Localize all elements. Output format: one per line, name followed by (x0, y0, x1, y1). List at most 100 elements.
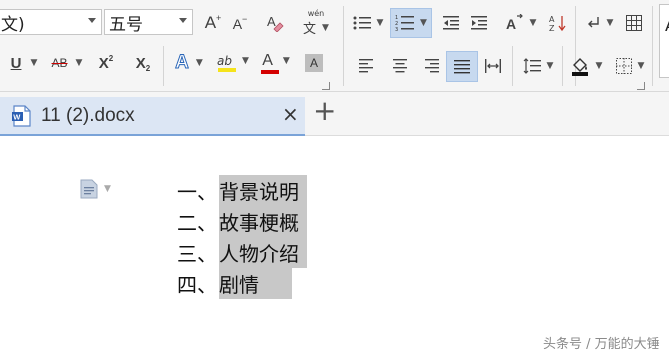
eraser-icon: A (267, 14, 284, 32)
phonetic-guide-button[interactable]: wén 文 ▼ (296, 8, 336, 38)
list-item[interactable]: 二、 故事梗概 (177, 205, 307, 237)
table-grid-icon (626, 15, 642, 31)
chevron-down-icon: ▼ (30, 58, 38, 68)
text-effect-button[interactable]: A ▼ (170, 49, 208, 77)
svg-text:3: 3 (395, 27, 398, 32)
chevron-down-icon: ▼ (376, 18, 384, 28)
bullet-list-icon (353, 16, 371, 30)
chevron-down-icon: ▼ (529, 18, 537, 28)
svg-text:W: W (13, 113, 21, 122)
svg-text:A: A (506, 16, 516, 32)
chevron-down-icon: ▼ (606, 18, 614, 28)
svg-text:A: A (267, 14, 276, 29)
text-direction-icon: A (506, 14, 523, 32)
font-color-bar (261, 70, 279, 74)
list-item[interactable]: 四、 剧情 (177, 267, 292, 299)
paragraph-layout-handle[interactable]: ▼ (80, 179, 111, 199)
paragraph-dialog-launcher-icon[interactable] (637, 82, 645, 90)
chevron-down-icon: ▼ (282, 56, 290, 66)
subscript-mark: 2 (145, 63, 151, 73)
list-text: 故事梗概 (219, 205, 307, 237)
list-item[interactable]: 三、 人物介绍 (177, 236, 307, 268)
list-text: 人物介绍 (219, 236, 307, 268)
increase-indent-button[interactable] (468, 11, 490, 35)
indent-icon (471, 16, 487, 30)
superscript-icon: X (98, 54, 109, 72)
chevron-down-icon: ▼ (595, 61, 603, 71)
font-dialog-launcher-icon[interactable] (322, 82, 330, 90)
decrease-font-icon: A (232, 16, 243, 32)
chevron-down-icon: ▼ (75, 58, 83, 68)
font-color-button[interactable]: A ▼ (256, 49, 296, 77)
strikethrough-button[interactable]: AB ▼ (46, 49, 88, 77)
subscript-icon: X (135, 54, 146, 72)
borders-button[interactable]: ▼ (610, 52, 650, 80)
chevron-down-icon (179, 18, 187, 23)
previous-line-fragment: ▔▔▔▔▔ (218, 129, 278, 139)
list-item[interactable]: 一、 背景说明 (177, 174, 307, 206)
chevron-down-icon: ▼ (104, 184, 111, 194)
superscript-mark: 2 (108, 53, 114, 63)
decrease-indent-button[interactable] (440, 11, 462, 35)
align-center-button[interactable] (387, 52, 413, 80)
style-preview: A (665, 16, 669, 35)
document-canvas[interactable]: ▔▔▔▔▔ ▼ 一、 背景说明 二、 故事梗概 三、 人物介绍 四、 剧情 头条… (0, 129, 669, 354)
table-button[interactable] (622, 10, 646, 36)
char-shading-icon: A (309, 56, 318, 70)
subscript-button[interactable]: X2 (131, 49, 155, 77)
tab-filename: 11 (2).docx (41, 105, 135, 126)
chevron-down-icon: ▼ (322, 22, 329, 33)
watermark: 头条号 / 万能的大锤 (543, 337, 660, 352)
numbering-button[interactable]: 1 2 3 ▼ (390, 8, 432, 38)
phonetic-guide-pinyin: wén (307, 9, 325, 18)
align-right-button[interactable] (418, 52, 444, 80)
svg-text:A: A (549, 15, 555, 24)
sort-az-icon: AZ (549, 15, 566, 32)
list-number: 三、 (177, 241, 217, 266)
chevron-down-icon: ▼ (637, 61, 645, 71)
list-text: 剧情 (219, 267, 292, 299)
underline-button[interactable]: U ▼ (4, 49, 44, 77)
highlight-color-bar (218, 68, 236, 72)
clear-format-button[interactable]: A (262, 9, 288, 35)
text-effect-icon: A (175, 52, 190, 74)
shading-button[interactable]: ▼ (566, 52, 606, 80)
ribbon-toolbar: 文) 五号 A + A − A wén 文 ▼ ▼ 1 2 3 ▼ A ▼ A … (0, 0, 669, 92)
decrease-font-button[interactable]: A − (229, 12, 251, 36)
superscript-button[interactable]: X2 (94, 49, 118, 77)
chevron-down-icon: ▼ (242, 56, 249, 66)
highlight-button[interactable]: ab ▼ (213, 49, 253, 77)
character-shading-button[interactable]: A (305, 54, 323, 72)
align-distributed-icon (485, 59, 501, 73)
align-left-button[interactable] (354, 52, 380, 80)
line-spacing-button[interactable]: ▼ (518, 52, 558, 80)
list-text: 背景说明 (219, 174, 307, 206)
distributed-button[interactable] (481, 52, 505, 80)
align-justify-icon (454, 59, 470, 73)
list-number: 二、 (177, 210, 217, 235)
font-size-combo[interactable]: 五号 (104, 9, 193, 35)
bullets-button[interactable]: ▼ (350, 10, 386, 36)
close-tab-icon[interactable]: × (282, 102, 299, 126)
font-name-combo[interactable]: 文) (0, 9, 102, 35)
styles-gallery[interactable]: A (659, 4, 669, 78)
chevron-down-icon (88, 18, 96, 23)
font-size-value: 五号 (109, 14, 143, 35)
font-name-value: 文) (1, 14, 25, 35)
chevron-down-icon: ▼ (420, 18, 427, 28)
paragraph-mark-button[interactable]: ▼ (582, 10, 618, 36)
strikethrough-icon: AB (51, 56, 68, 70)
text-direction-button[interactable]: A ▼ (500, 10, 540, 36)
sort-button[interactable]: AZ (547, 10, 569, 36)
line-spacing-icon (523, 58, 541, 74)
new-tab-button[interactable]: + (313, 97, 336, 125)
chevron-down-icon: ▼ (546, 61, 554, 71)
page-doc-icon (80, 179, 98, 199)
list-number: 四、 (177, 272, 217, 297)
increase-font-button[interactable]: A + (201, 10, 225, 36)
borders-icon (615, 58, 632, 74)
word-document-icon: W (12, 105, 31, 127)
return-arrow-icon (587, 17, 599, 28)
outdent-icon (443, 16, 459, 30)
justify-button[interactable] (446, 51, 478, 82)
